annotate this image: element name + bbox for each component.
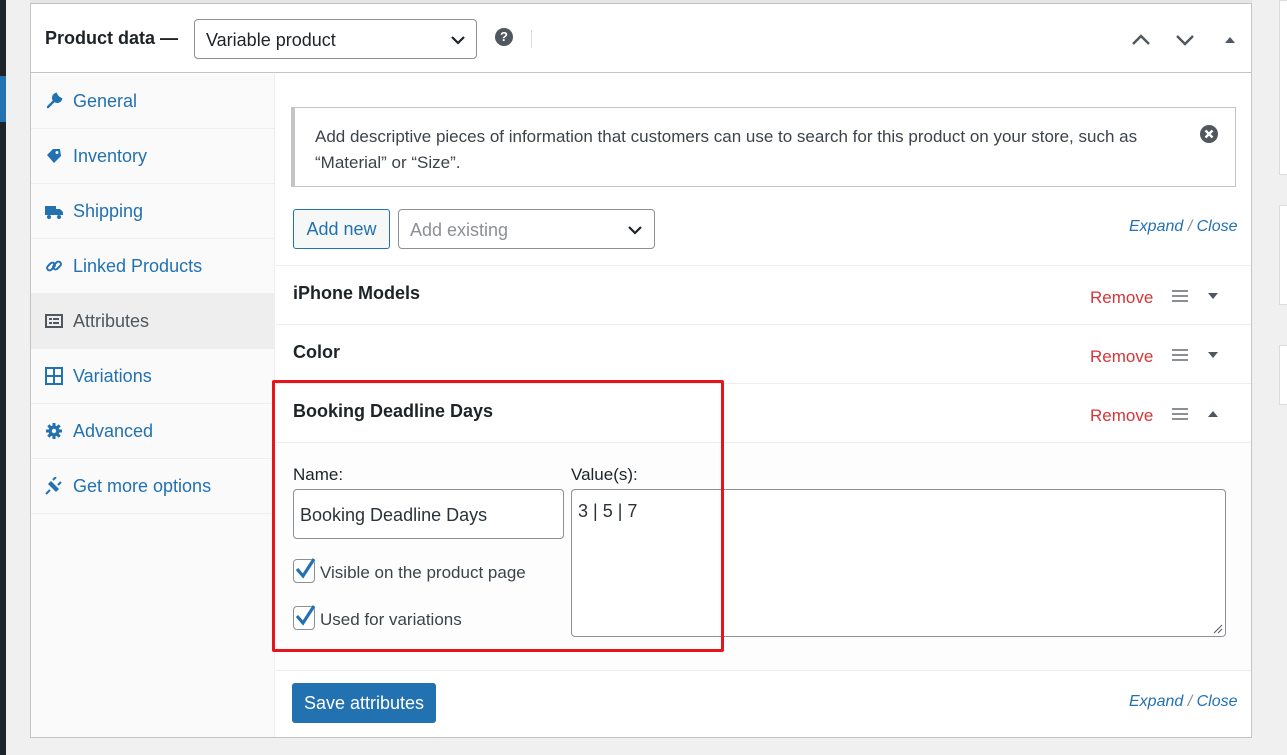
link-separator: / [1187, 693, 1193, 710]
close-link[interactable]: Close [1197, 218, 1238, 235]
truck-icon [45, 206, 63, 219]
tab-label: Inventory [73, 146, 148, 166]
tab-advanced[interactable]: Advanced [31, 404, 275, 459]
remove-link[interactable]: Remove [1090, 288, 1153, 308]
drag-handle-icon[interactable] [1172, 348, 1188, 362]
tab-label: Advanced [73, 421, 154, 441]
expand-close-links-top: Expand / Close [1129, 218, 1238, 236]
add-existing-placeholder: Add existing [410, 220, 509, 240]
save-attributes-button[interactable]: Save attributes [292, 683, 436, 723]
remove-link[interactable]: Remove [1090, 347, 1153, 367]
attribute-row[interactable]: Color Remove [276, 324, 1251, 383]
move-down-icon[interactable] [1173, 28, 1197, 52]
attribute-name-input[interactable]: Booking Deadline Days [293, 489, 564, 539]
tab-label: Get more options [73, 476, 212, 496]
product-type-select[interactable]: Variable product [194, 19, 477, 59]
attribute-name: Color [293, 342, 340, 362]
visible-label: Visible on the product page [320, 563, 526, 582]
wrench-icon [46, 92, 63, 109]
checkmark-icon [295, 605, 316, 626]
tab-general[interactable]: General [31, 74, 275, 129]
link-separator: / [1187, 218, 1193, 235]
notice-text: Add descriptive pieces of information th… [315, 127, 1138, 172]
remove-link[interactable]: Remove [1090, 406, 1153, 426]
panel-header: Product data — Variable product ? [31, 4, 1251, 73]
link-icon [46, 260, 62, 272]
attribute-row[interactable]: iPhone Models Remove [276, 265, 1251, 324]
product-tabs: General Inventory Shipping Linked Produc… [31, 74, 275, 737]
drag-handle-icon[interactable] [1172, 407, 1188, 421]
used-for-variations-checkbox[interactable] [293, 605, 316, 630]
gear-icon [46, 423, 62, 439]
close-link[interactable]: Close [1197, 693, 1238, 710]
attribute-values-value: 3 | 5 | 7 [578, 501, 638, 521]
visible-checkbox[interactable] [293, 558, 316, 583]
tab-variations[interactable]: Variations [31, 349, 275, 404]
attribute-name: Booking Deadline Days [293, 401, 494, 421]
attribute-values-textarea[interactable]: 3 | 5 | 7 [571, 489, 1226, 637]
expand-arrow-icon[interactable] [1206, 290, 1220, 302]
expand-link[interactable]: Expand [1129, 693, 1183, 710]
drag-handle-icon[interactable] [1172, 289, 1188, 303]
tab-linked-products[interactable]: Linked Products [31, 239, 275, 294]
tab-label: Variations [73, 366, 152, 386]
collapse-panel-icon[interactable] [1218, 28, 1242, 52]
attribute-detail-form: Name: Value(s): Booking Deadline Days 3 … [276, 442, 1251, 671]
attribute-row-expanded[interactable]: Booking Deadline Days Remove [276, 383, 1251, 442]
tag-icon [47, 149, 61, 163]
header-separator [531, 30, 532, 48]
tab-label: General [73, 91, 138, 111]
tab-attributes[interactable]: Attributes [31, 294, 275, 349]
chevron-down-icon [628, 226, 642, 235]
tab-label: Attributes [73, 311, 150, 331]
side-panel-edge [1279, 0, 1287, 175]
add-new-button[interactable]: Add new [293, 209, 390, 249]
tab-get-more-options[interactable]: Get more options [31, 459, 275, 514]
help-icon[interactable]: ? [495, 28, 513, 46]
plugin-icon [45, 477, 62, 495]
tab-label: Linked Products [73, 256, 203, 276]
side-panel-edge [1279, 205, 1287, 305]
attribute-name: iPhone Models [293, 283, 421, 303]
expand-link[interactable]: Expand [1129, 218, 1183, 235]
admin-menu-edge [0, 0, 6, 755]
used-for-variations-label: Used for variations [320, 610, 462, 629]
panel-title: Product data — [45, 28, 179, 48]
tab-shipping[interactable]: Shipping [31, 184, 275, 239]
dismiss-icon[interactable] [1199, 124, 1219, 144]
collapse-arrow-icon[interactable] [1206, 408, 1220, 420]
side-panel-edge [1279, 345, 1287, 405]
product-type-value: Variable product [206, 30, 336, 50]
admin-menu-active-marker [0, 76, 6, 122]
product-data-panel: Product data — Variable product ? Genera… [30, 3, 1252, 738]
add-existing-select[interactable]: Add existing [398, 209, 655, 249]
name-label: Name: [293, 465, 344, 484]
tab-inventory[interactable]: Inventory [31, 129, 275, 184]
grid-icon [45, 367, 63, 385]
tab-label: Shipping [73, 201, 144, 221]
chevron-down-icon [451, 36, 465, 45]
values-label: Value(s): [571, 465, 638, 484]
checkmark-icon [295, 558, 316, 579]
move-up-icon[interactable] [1129, 28, 1153, 52]
list-icon [45, 314, 63, 328]
expand-close-links-bottom: Expand / Close [1129, 693, 1238, 711]
info-notice: Add descriptive pieces of information th… [291, 107, 1236, 187]
attributes-panel: Add descriptive pieces of information th… [276, 74, 1251, 737]
resize-grip-icon[interactable] [1212, 623, 1223, 634]
attribute-name-value: Booking Deadline Days [300, 505, 488, 525]
expand-arrow-icon[interactable] [1206, 349, 1220, 361]
